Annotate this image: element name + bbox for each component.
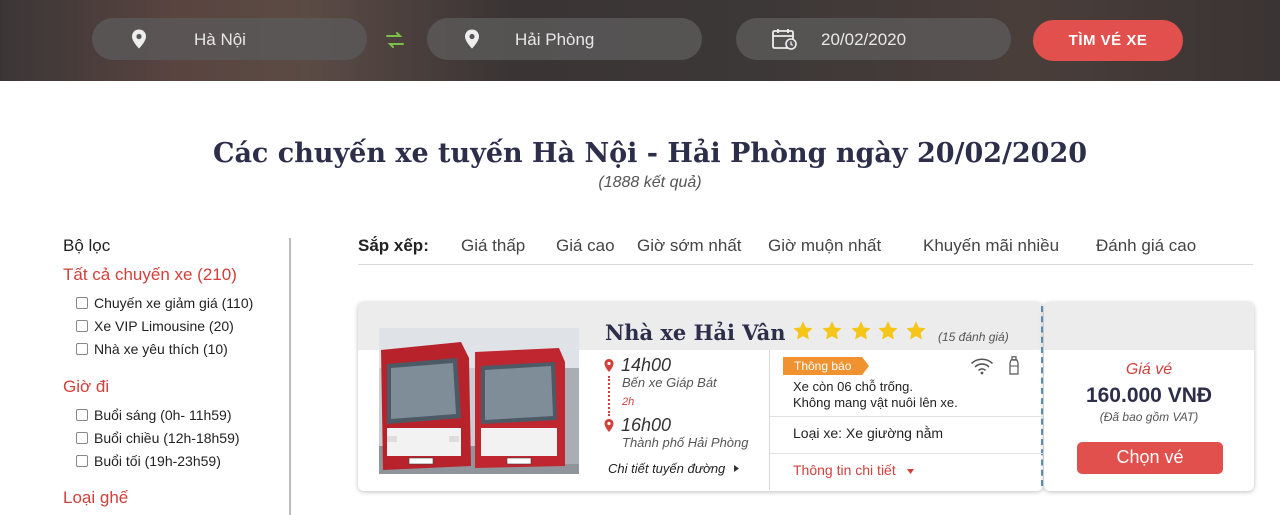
search-button[interactable]: TÌM VÉ XE (1033, 20, 1183, 61)
arrival-station: Thành phố Hải Phòng (622, 435, 749, 450)
caret-down-icon (906, 469, 914, 474)
column-divider (769, 350, 770, 490)
location-pin-icon (604, 419, 614, 432)
price-label: Giá vé (1125, 361, 1173, 378)
trip-detail-link[interactable]: Thông tin chi tiết (793, 462, 915, 478)
star-icon (906, 321, 926, 340)
route-detail-label: Chi tiết tuyến đường (608, 461, 726, 476)
results-title: Các chuyến xe tuyến Hà Nội - Hải Phòng n… (212, 138, 1088, 169)
trip-duration: 2h (622, 396, 635, 408)
notice-pets: Không mang vật nuôi lên xe. (793, 395, 958, 410)
destination-value: Hải Phòng (515, 30, 595, 49)
checkbox[interactable] (76, 432, 88, 444)
operator-name[interactable]: Nhà xe Hải Vân (605, 320, 786, 345)
location-pin-icon (132, 29, 146, 49)
checkbox[interactable] (76, 320, 88, 332)
wifi-icon (971, 358, 993, 375)
origin-value: Hà Nội (194, 30, 246, 49)
search-hero: Hà Nội Hải Phòng 20/02/2020 TÌM VÉ XE (0, 0, 1280, 81)
checkbox[interactable] (76, 297, 88, 309)
sort-price-high[interactable]: Giá cao (556, 236, 615, 256)
departure-station: Bến xe Giáp Bát (622, 375, 717, 390)
notice-tag: Thông báo (783, 357, 869, 375)
sort-rating[interactable]: Đánh giá cao (1096, 236, 1196, 256)
trip-detail-label: Thông tin chi tiết (793, 462, 896, 478)
sort-price-low[interactable]: Giá thấp (461, 236, 525, 256)
results-count: (1888 kết quả) (598, 174, 702, 191)
arrival-time: 16h00 (621, 415, 672, 435)
sort-latest[interactable]: Giờ muộn nhất (768, 236, 881, 256)
filter-all-trips[interactable]: Tất cả chuyến xe (210) (63, 265, 237, 285)
destination-field[interactable]: Hải Phòng (427, 18, 702, 60)
caret-right-icon (733, 465, 739, 472)
star-icon (851, 321, 871, 340)
swap-icon[interactable] (384, 29, 406, 51)
origin-field[interactable]: Hà Nội (92, 18, 367, 60)
review-count[interactable]: (15 đánh giá) (938, 330, 1009, 344)
water-bottle-icon (1009, 356, 1019, 375)
checkbox[interactable] (76, 409, 88, 421)
calendar-icon (772, 29, 797, 50)
location-pin-icon (604, 359, 614, 372)
filter-time-heading: Giờ đi (63, 377, 110, 396)
filter-seat-heading: Loại ghế (63, 488, 129, 507)
checkbox[interactable] (76, 343, 88, 355)
filter-heading: Bộ lọc (63, 236, 111, 255)
date-value: 20/02/2020 (821, 30, 907, 49)
checkbox[interactable] (76, 455, 88, 467)
row-divider (770, 453, 1043, 454)
date-field[interactable]: 20/02/2020 (736, 18, 1011, 60)
notice-seats: Xe còn 06 chỗ trống. (793, 379, 913, 394)
route-detail-link[interactable]: Chi tiết tuyến đường (608, 461, 741, 476)
row-divider (770, 416, 1043, 417)
star-icon (793, 321, 813, 340)
price-value: 160.000 VNĐ (1085, 384, 1213, 407)
choose-ticket-button[interactable]: Chọn vé (1077, 442, 1223, 474)
departure-time: 14h00 (621, 355, 672, 375)
route-line (608, 376, 610, 416)
dashed-divider (1041, 306, 1043, 486)
sort-promotion[interactable]: Khuyến mãi nhiều (923, 236, 1059, 256)
sort-label: Sắp xếp: (358, 236, 429, 255)
location-pin-icon (465, 29, 479, 49)
sidebar-divider (289, 238, 291, 515)
vat-note: (Đã bao gồm VAT) (1099, 410, 1199, 424)
star-icon (878, 321, 898, 340)
bus-photo[interactable] (379, 328, 579, 474)
sort-earliest[interactable]: Giờ sớm nhất (637, 236, 742, 256)
price-header-band (1044, 302, 1254, 350)
star-icon (822, 321, 842, 340)
bus-type: Loại xe: Xe giường nằm (793, 425, 944, 441)
sort-divider (358, 264, 1253, 265)
